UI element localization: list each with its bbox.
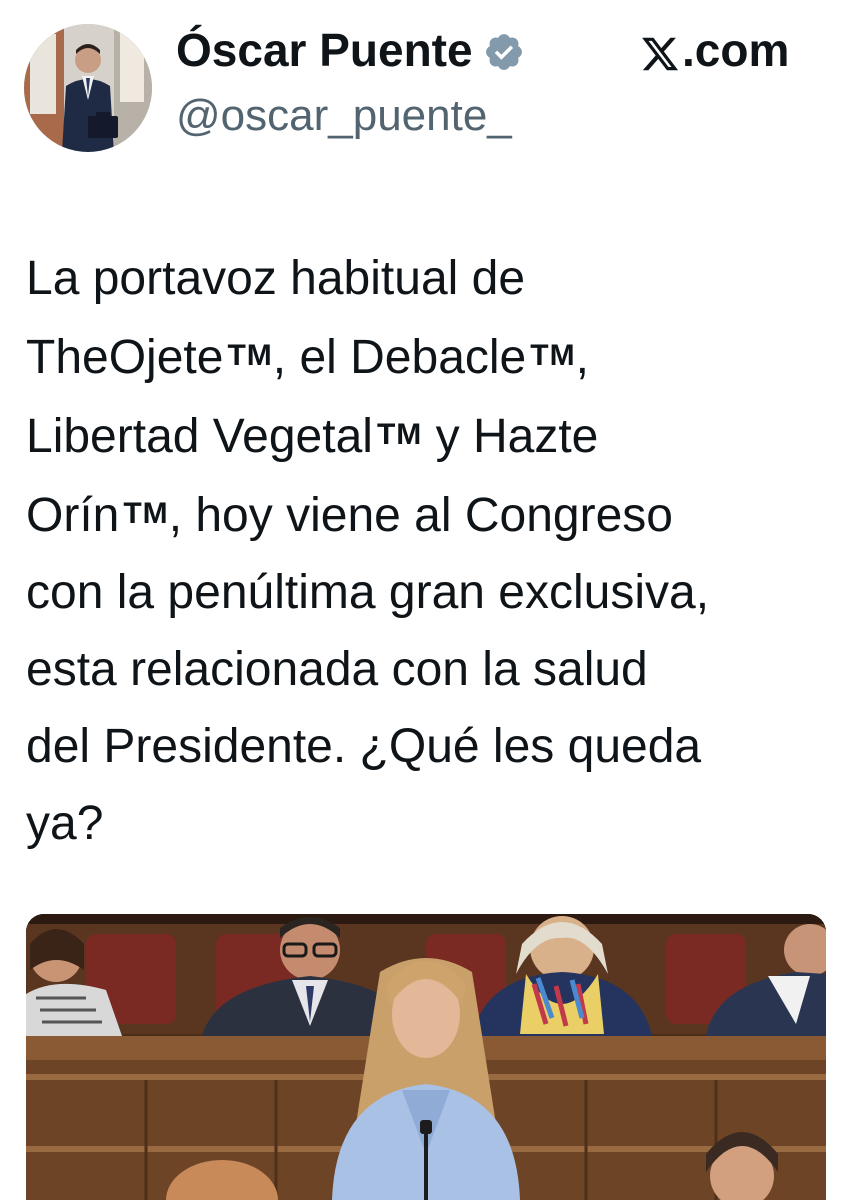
site-label: .com [640,22,789,78]
tweet-line: La portavoz habitual de [26,252,526,305]
tweet-line: con la penúltima gran exclusiva, [26,566,710,619]
tweet-line: esta relacionada con la salud [26,643,648,696]
trademark-symbol: TM [227,339,273,372]
tweet-text-segment: TheOjete [26,331,224,384]
tweet-text-segment: y Hazte [422,410,599,463]
tweet-text-segment: Libertad Vegetal [26,410,373,463]
verified-badge-icon [483,29,525,71]
tweet-text-segment: Orín [26,489,120,542]
trademark-symbol: TM [123,497,169,530]
tweet-line: ya? [26,797,104,850]
profile-avatar[interactable] [24,24,152,152]
author-handle[interactable]: @oscar_puente_ [176,90,512,142]
trademark-symbol: TM [376,418,423,451]
congress-photo [26,914,826,1200]
tweet-text-segment: , hoy viene al Congreso [168,489,673,542]
tweet-text-segment: , [575,331,589,384]
author-display-name-row[interactable]: Óscar Puente [176,22,525,78]
site-domain-text: .com [682,24,790,76]
x-logo-icon [640,30,680,71]
tweet-line: Libertad Vegetal TM y Hazte [26,396,831,475]
tweet-line: TheOjete TM, el Debacle TM, [26,317,831,396]
avatar-photo [24,24,152,152]
tweet-line: Orín TM, hoy viene al Congreso [26,475,831,554]
author-display-name[interactable]: Óscar Puente [176,22,473,78]
tweet-text-segment: , el Debacle [272,331,527,384]
trademark-symbol: TM [530,339,576,372]
tweet-text: La portavoz habitual de TheOjete TM, el D… [26,240,831,862]
tweet-media-image[interactable] [26,914,826,1200]
tweet-line: del Presidente. ¿Qué les queda [26,720,702,773]
